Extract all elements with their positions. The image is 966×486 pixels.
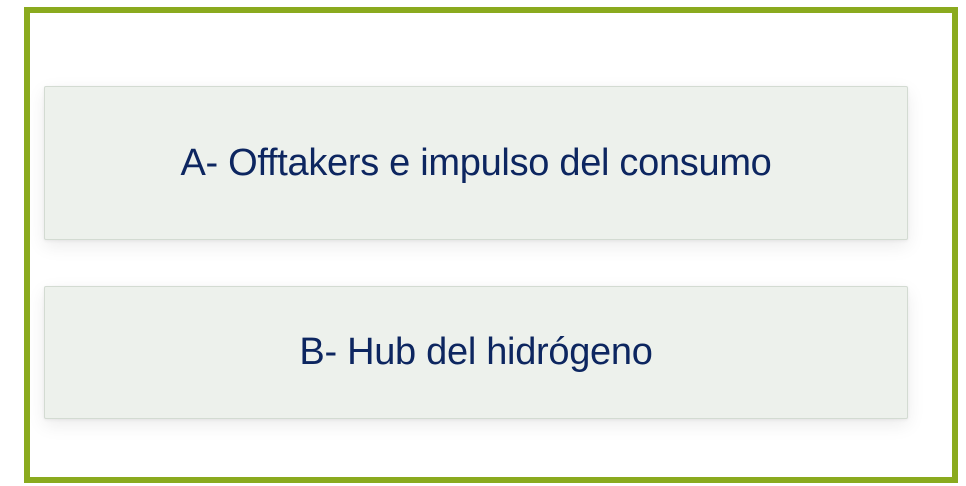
option-card-b[interactable]: B- Hub del hidrógeno [44, 286, 908, 419]
option-card-a[interactable]: A- Offtakers e impulso del consumo [44, 86, 908, 240]
content-frame: A- Offtakers e impulso del consumo B- Hu… [24, 7, 958, 483]
option-b-label: B- Hub del hidrógeno [299, 331, 653, 373]
option-a-label: A- Offtakers e impulso del consumo [180, 141, 772, 184]
